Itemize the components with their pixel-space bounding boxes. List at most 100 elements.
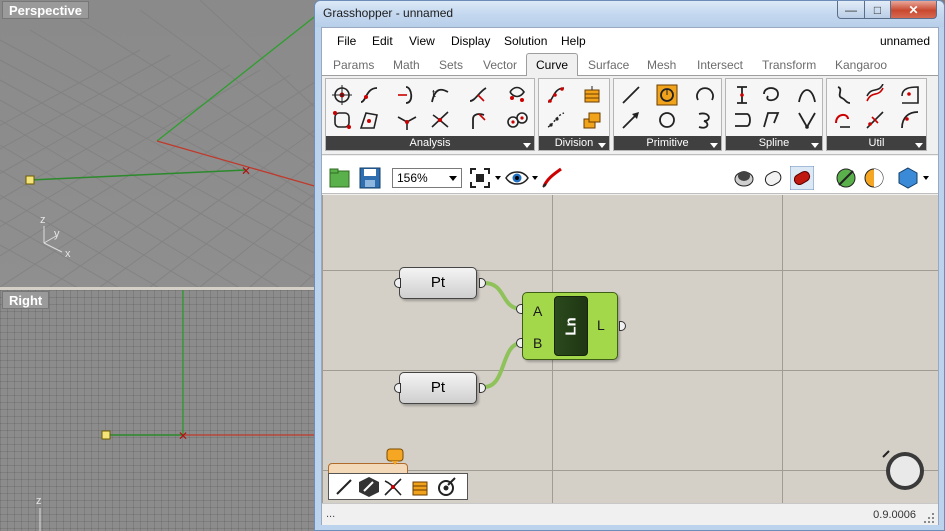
- preview-dropdown-arrow-icon[interactable]: [532, 176, 538, 180]
- preview-eye-icon[interactable]: [505, 166, 529, 190]
- ribbon-group-label-spline[interactable]: Spline: [726, 136, 822, 150]
- contour-tool-icon[interactable]: [409, 476, 431, 498]
- fillet-icon[interactable]: [899, 84, 921, 106]
- group-expand-arrow-icon[interactable]: [523, 143, 531, 148]
- ribbon-group-label-division[interactable]: Division: [539, 136, 609, 150]
- point-param-bottom[interactable]: Pt: [399, 372, 477, 404]
- discontinuity-icon[interactable]: [506, 84, 528, 106]
- navigation-compass-icon[interactable]: [877, 445, 927, 495]
- group-expand-arrow-icon[interactable]: [915, 143, 923, 148]
- kinky-curve-icon[interactable]: [760, 84, 782, 106]
- ribbon-group-label-analysis[interactable]: Analysis: [326, 136, 534, 150]
- circle-icon[interactable]: [656, 109, 678, 131]
- grasshopper-canvas[interactable]: Pt Pt A B Ln L: [322, 195, 938, 503]
- open-file-icon[interactable]: [328, 166, 352, 190]
- arc-icon[interactable]: [694, 84, 716, 106]
- curve-closest-point-icon[interactable]: [331, 84, 353, 106]
- ribbon-group-label-util[interactable]: Util: [827, 136, 926, 150]
- evaluate-curve-icon[interactable]: [358, 84, 380, 106]
- contour-icon[interactable]: [581, 84, 603, 106]
- zoom-dropdown-arrow-icon[interactable]: [495, 176, 501, 180]
- save-file-icon[interactable]: [358, 166, 382, 190]
- right-viewport[interactable]: ✕ Right z: [0, 290, 318, 531]
- nurbs-curve-icon[interactable]: [796, 84, 818, 106]
- material-sphere-icon[interactable]: [862, 166, 886, 190]
- preview-selected-icon[interactable]: [790, 166, 814, 190]
- line-icon[interactable]: [620, 109, 642, 131]
- resize-grip-icon[interactable]: [923, 512, 935, 524]
- input-a-grip[interactable]: [516, 304, 523, 314]
- group-expand-arrow-icon[interactable]: [811, 143, 819, 148]
- end-points-icon[interactable]: [396, 109, 418, 131]
- tab-transform[interactable]: Transform: [762, 58, 816, 72]
- tab-mesh[interactable]: Mesh: [647, 58, 676, 72]
- explode-icon[interactable]: [832, 109, 854, 131]
- line-sdl-icon[interactable]: [620, 84, 642, 106]
- point-in-curves-icon[interactable]: [506, 109, 528, 131]
- group-expand-arrow-icon[interactable]: [598, 143, 606, 148]
- cut-wire-tool-icon[interactable]: [382, 476, 404, 498]
- bezier-span-icon[interactable]: [760, 109, 782, 131]
- menu-solution[interactable]: Solution: [504, 34, 547, 48]
- sketch-pen-icon[interactable]: [540, 166, 564, 190]
- document-name[interactable]: unnamed: [880, 34, 930, 48]
- point-param-top-input-grip[interactable]: [394, 278, 401, 288]
- bake-icon[interactable]: [834, 166, 858, 190]
- preview-shaded-icon[interactable]: [762, 166, 786, 190]
- perspective-viewport[interactable]: ✕ Perspective z y x: [0, 0, 318, 287]
- contour-ex-icon[interactable]: [581, 109, 603, 131]
- perp-frame-icon[interactable]: [467, 109, 489, 131]
- curve-side-icon[interactable]: [429, 109, 451, 131]
- tab-curve[interactable]: Curve: [526, 53, 579, 77]
- tab-math[interactable]: Math: [393, 58, 420, 72]
- tab-params[interactable]: Params: [333, 58, 374, 72]
- line-tool-icon[interactable]: [333, 476, 355, 498]
- tab-surface[interactable]: Surface: [588, 58, 629, 72]
- tab-vector[interactable]: Vector: [483, 58, 517, 72]
- mesh-dropdown-arrow-icon[interactable]: [923, 176, 929, 180]
- polyline-icon[interactable]: [731, 109, 753, 131]
- point-param-top[interactable]: Pt: [399, 267, 477, 299]
- seam-icon[interactable]: [899, 109, 921, 131]
- target-tool-icon[interactable]: [435, 476, 457, 498]
- tangent-curve-icon[interactable]: t: [429, 84, 451, 106]
- curvature-icon[interactable]: [467, 84, 489, 106]
- control-points-icon[interactable]: [331, 109, 353, 131]
- input-b-grip[interactable]: [516, 338, 523, 348]
- curve-frame-icon[interactable]: [396, 84, 418, 106]
- group-expand-arrow-icon[interactable]: [710, 143, 718, 148]
- close-button[interactable]: ✕: [890, 1, 937, 19]
- tab-kangaroo[interactable]: Kangaroo: [835, 58, 887, 72]
- control-polygon-icon[interactable]: [358, 109, 380, 131]
- divide-curve-icon[interactable]: [545, 84, 567, 106]
- join-curves-icon[interactable]: [832, 84, 854, 106]
- viewport-title-right[interactable]: Right: [2, 291, 50, 309]
- flip-curve-icon[interactable]: [864, 109, 886, 131]
- point-param-bottom-input-grip[interactable]: [394, 383, 401, 393]
- minimize-button[interactable]: —: [837, 1, 865, 19]
- tween-curve-icon[interactable]: [796, 109, 818, 131]
- notification-bubble-icon[interactable]: [386, 448, 404, 466]
- viewport-title-perspective[interactable]: Perspective: [2, 1, 89, 19]
- connect-tool-icon[interactable]: [358, 476, 380, 498]
- menu-display[interactable]: Display: [451, 34, 490, 48]
- maximize-button[interactable]: □: [864, 1, 891, 19]
- arc-3pt-icon[interactable]: [694, 109, 716, 131]
- offset-curve-icon[interactable]: [864, 84, 886, 106]
- circle-cnr-icon[interactable]: [656, 84, 678, 106]
- interpolate-icon[interactable]: [731, 84, 753, 106]
- line-component[interactable]: A B Ln L: [522, 292, 618, 360]
- ribbon-group-label-primitive[interactable]: Primitive: [614, 136, 721, 150]
- menu-help[interactable]: Help: [561, 34, 586, 48]
- zoom-extents-icon[interactable]: [468, 166, 492, 190]
- menu-edit[interactable]: Edit: [372, 34, 393, 48]
- zoom-select[interactable]: 156%: [392, 168, 462, 188]
- tab-intersect[interactable]: Intersect: [697, 58, 743, 72]
- menu-view[interactable]: View: [409, 34, 435, 48]
- preview-wireframe-icon[interactable]: [732, 166, 756, 190]
- divide-distance-icon[interactable]: [545, 109, 567, 131]
- title-bar[interactable]: Grasshopper - unnamed — □ ✕: [315, 1, 944, 27]
- mesh-settings-icon[interactable]: [896, 166, 920, 190]
- tab-sets[interactable]: Sets: [439, 58, 463, 72]
- menu-file[interactable]: File: [337, 34, 356, 48]
